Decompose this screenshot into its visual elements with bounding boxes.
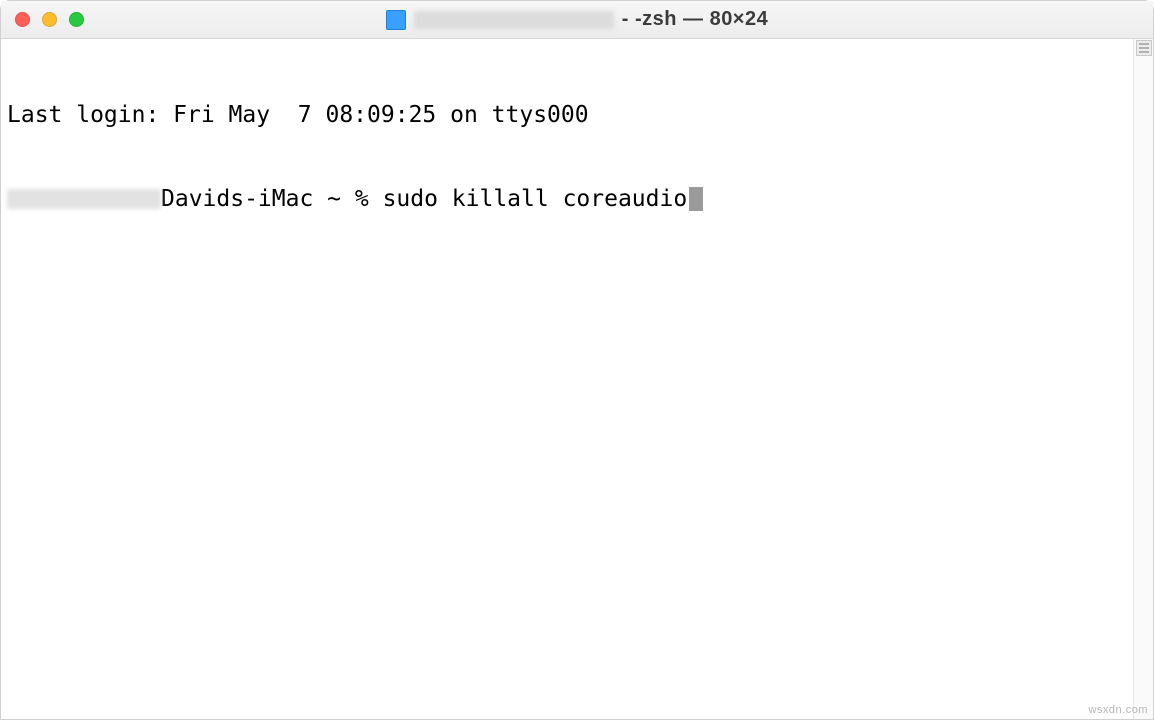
process-icon: [386, 10, 406, 30]
last-login-line: Last login: Fri May 7 08:09:25 on ttys00…: [7, 101, 1133, 129]
scrollbar[interactable]: [1133, 39, 1153, 719]
minimize-icon[interactable]: [42, 12, 57, 27]
command-text: sudo killall coreaudio: [383, 185, 688, 213]
prompt-host: Davids-iMac ~ %: [161, 185, 383, 213]
terminal-window: - -zsh — 80×24 Last login: Fri May 7 08:…: [0, 0, 1154, 720]
window-title: - -zsh — 80×24: [1, 8, 1153, 31]
redacted-title-segment: [414, 11, 614, 29]
cursor-icon: [689, 187, 703, 211]
watermark: wsxdn.com: [1088, 704, 1148, 716]
prompt-line: Davids-iMac ~ % sudo killall coreaudio: [7, 185, 1133, 213]
redacted-user-segment: [7, 189, 161, 209]
terminal-content[interactable]: Last login: Fri May 7 08:09:25 on ttys00…: [1, 39, 1133, 719]
window-controls: [15, 12, 84, 27]
zoom-icon[interactable]: [69, 12, 84, 27]
window-body: Last login: Fri May 7 08:09:25 on ttys00…: [1, 39, 1153, 719]
title-text: - -zsh — 80×24: [622, 8, 769, 31]
close-icon[interactable]: [15, 12, 30, 27]
scroll-indicator-icon[interactable]: [1136, 40, 1152, 56]
titlebar: - -zsh — 80×24: [1, 1, 1153, 39]
